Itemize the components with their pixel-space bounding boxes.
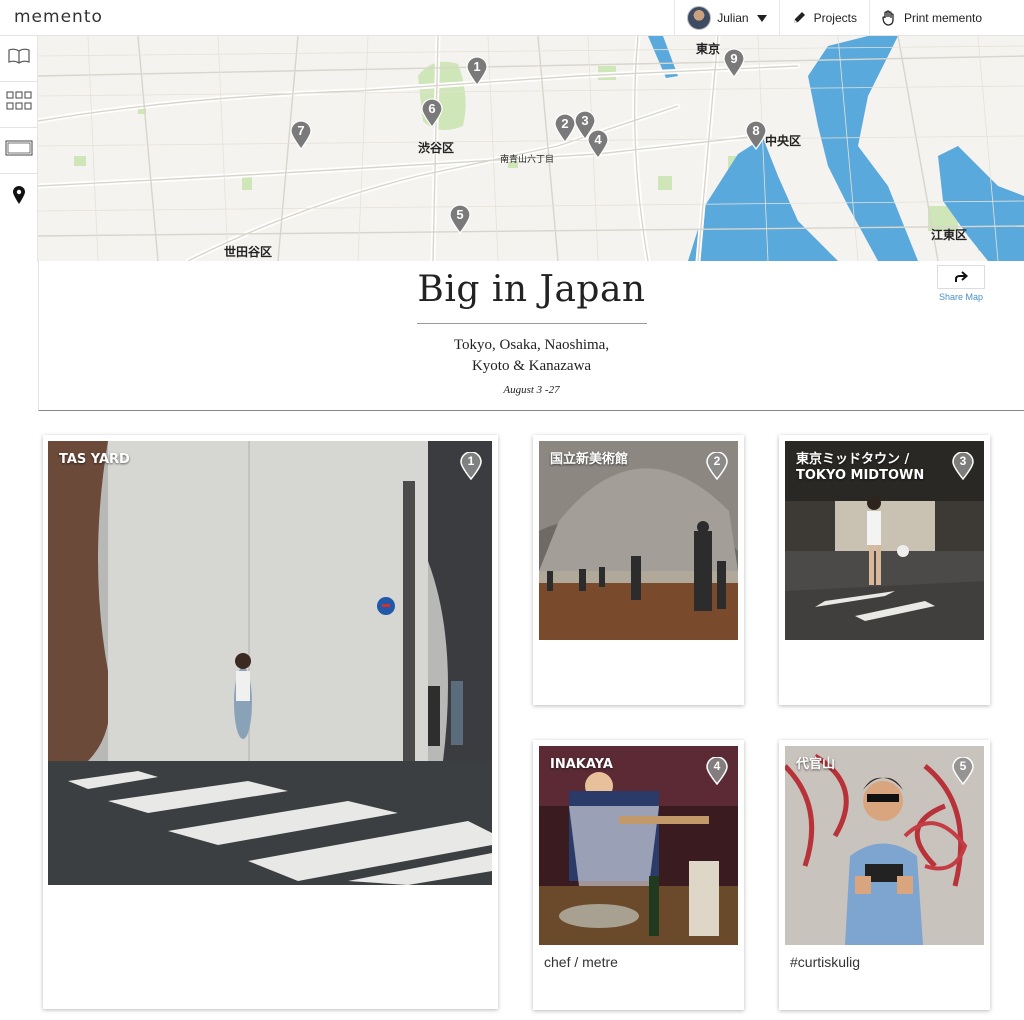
title-divider [417, 323, 647, 324]
map-pin-9[interactable]: 9 [723, 48, 745, 78]
single-view-icon [5, 139, 33, 162]
projects-label: Projects [813, 11, 857, 25]
user-name: Julian [717, 11, 749, 25]
hand-icon [882, 10, 896, 26]
card-title: 代官山 [796, 757, 836, 772]
memento-card-4[interactable]: INAKAYA 4 chef / metre [533, 740, 744, 1010]
trip-map[interactable]: 東京 渋谷区 中央区 世田谷区 江東区 南青山六丁目 1 2 3 4 5 6 7… [38, 36, 1024, 261]
memento-card-3[interactable]: 東京ミッドタウン / TOKYO MIDTOWN 3 [779, 435, 990, 705]
card-photo-tokyo-midtown: 東京ミッドタウン / TOKYO MIDTOWN 3 [785, 441, 984, 640]
grid-icon [6, 91, 32, 118]
map-canvas [38, 36, 1024, 261]
card-number: 4 [713, 759, 721, 773]
user-menu[interactable]: Julian [674, 0, 778, 36]
location-pin-icon: 4 [706, 756, 728, 786]
card-number: 3 [959, 454, 967, 468]
card-photo-tas-yard: TAS YARD 1 [48, 441, 492, 885]
map-label-koto: 江東区 [931, 228, 968, 242]
map-pin-8[interactable]: 8 [745, 120, 767, 150]
map-pin-number: 9 [730, 51, 738, 66]
map-pin-number: 4 [594, 132, 602, 147]
page-subtitle: Tokyo, Osaka, Naoshima, Kyoto & Kanazawa [39, 335, 1024, 377]
map-pin-7[interactable]: 7 [290, 120, 312, 150]
map-label-chuo: 中央区 [765, 134, 802, 148]
card-caption: chef / metre [544, 954, 618, 970]
map-view-button[interactable] [0, 174, 38, 220]
share-map-label: Share Map [938, 292, 984, 302]
map-pin-icon [12, 185, 26, 210]
map-label-setagaya: 世田谷区 [224, 245, 273, 259]
memento-card-2[interactable]: 国立新美術館 2 [533, 435, 744, 705]
grid-view-button[interactable] [0, 82, 38, 128]
card-number: 5 [959, 759, 967, 773]
map-pin-number: 1 [473, 59, 481, 74]
card-photo-inakaya: INAKAYA 4 [539, 746, 738, 945]
project-header: Big in Japan Tokyo, Osaka, Naoshima, Kyo… [38, 261, 1024, 411]
trip-dates: August 3 -27 [503, 384, 560, 396]
map-pin-number: 2 [561, 116, 569, 131]
projects-button[interactable]: Projects [778, 0, 869, 36]
card-number: 1 [467, 454, 475, 468]
card-title: 東京ミッドタウン / TOKYO MIDTOWN [796, 452, 925, 483]
print-memento-button[interactable]: Print memento [868, 0, 1024, 36]
map-label-minamiaoyama: 南青山六丁目 [500, 155, 555, 165]
card-title: 国立新美術館 [550, 452, 629, 467]
map-pin-2[interactable]: 2 [554, 113, 576, 143]
card-title: TAS YARD [59, 452, 130, 467]
top-nav: Julian Projects Print memento [674, 0, 1024, 36]
subtitle-line-1: Tokyo, Osaka, Naoshima, [453, 337, 610, 353]
map-pin-number: 5 [456, 207, 464, 222]
map-pin-number: 7 [297, 123, 305, 138]
location-pin-icon: 1 [460, 451, 482, 481]
subtitle-line-2: Kyoto & Kanazawa [471, 358, 592, 374]
single-view-button[interactable] [0, 128, 38, 174]
map-pin-6[interactable]: 6 [421, 98, 443, 128]
map-pin-5[interactable]: 5 [449, 204, 471, 234]
share-arrow-icon [937, 265, 985, 289]
memento-card-5[interactable]: 代官山 5 #curtiskulig [779, 740, 990, 1010]
map-pin-number: 6 [428, 101, 436, 116]
card-title: INAKAYA [550, 757, 613, 772]
page-title: Big in Japan [417, 269, 646, 310]
map-pin-1[interactable]: 1 [466, 56, 488, 86]
map-pin-4[interactable]: 4 [587, 129, 609, 159]
card-number: 2 [713, 454, 721, 468]
map-label-tokyo: 東京 [696, 42, 721, 56]
map-label-shibuya: 渋谷区 [418, 141, 455, 155]
card-photo-daikanyama: 代官山 5 [785, 746, 984, 945]
location-pin-icon: 3 [952, 451, 974, 481]
location-pin-icon: 5 [952, 756, 974, 786]
card-photo-national-art-center: 国立新美術館 2 [539, 441, 738, 640]
share-map-button[interactable]: Share Map [937, 265, 985, 302]
top-bar: memento Julian Projects Print memento [0, 0, 1024, 36]
card-caption: #curtiskulig [790, 954, 861, 970]
print-label: Print memento [903, 11, 982, 25]
memento-card-1[interactable]: TAS YARD 1 [43, 435, 498, 1009]
app-logo[interactable]: memento [14, 7, 103, 27]
map-pin-number: 3 [581, 113, 589, 128]
avatar [687, 6, 712, 30]
chevron-down-icon [756, 14, 767, 22]
view-toolbar [0, 36, 38, 262]
book-icon [7, 47, 31, 70]
pencil-icon [792, 11, 806, 25]
location-pin-icon: 2 [706, 451, 728, 481]
book-view-button[interactable] [0, 36, 38, 82]
map-pin-number: 8 [752, 123, 760, 138]
